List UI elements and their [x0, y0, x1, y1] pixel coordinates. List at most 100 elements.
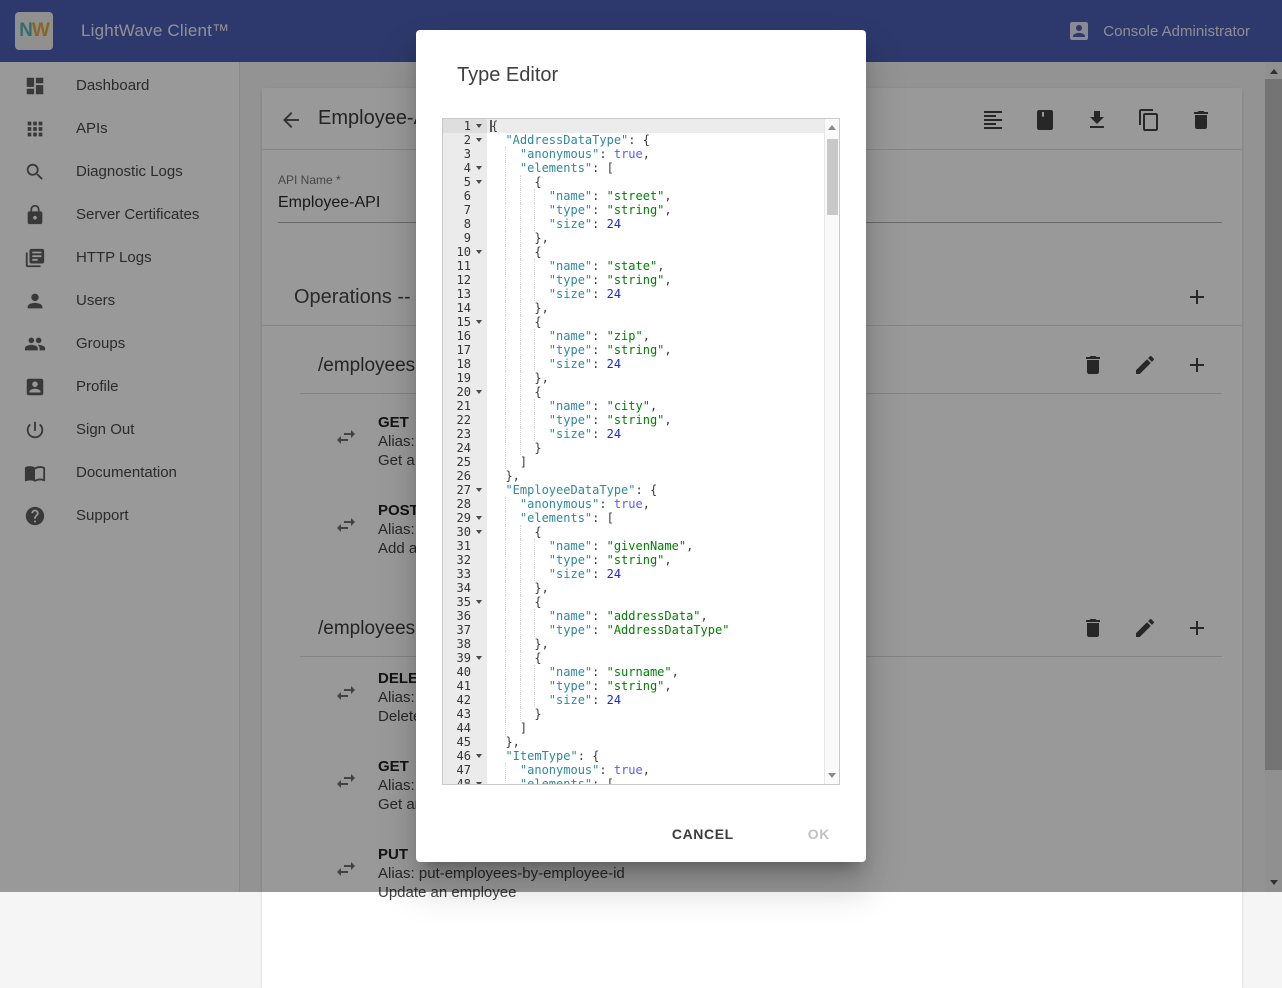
- indent-guide: [520, 301, 521, 315]
- line-number: 39: [443, 651, 471, 665]
- code-token: ,: [643, 147, 650, 161]
- indent-guide: [520, 175, 521, 189]
- code-line: "type": "string",: [487, 553, 824, 567]
- fold-arrow-icon[interactable]: [471, 180, 487, 184]
- code-line: ]: [487, 721, 824, 735]
- code-line: "elements": [: [487, 161, 824, 175]
- indent-guide: [520, 595, 521, 609]
- code-token: "type": [549, 343, 592, 357]
- code-token: "city": [607, 399, 650, 413]
- code-token: : [: [592, 777, 614, 784]
- gutter-row: 46: [443, 749, 487, 763]
- gutter-row: 7: [443, 203, 487, 217]
- indent-guide: [520, 231, 521, 245]
- cancel-button[interactable]: CANCEL: [664, 818, 742, 850]
- code-token: "name": [549, 189, 592, 203]
- line-number: 34: [443, 581, 471, 595]
- indent-guide: [520, 707, 521, 721]
- editor-scrollbar[interactable]: [824, 119, 839, 784]
- code-token: ]: [491, 455, 527, 469]
- indent-guide: [534, 287, 535, 301]
- indent-guide: [505, 231, 506, 245]
- editor-scroll-up-icon[interactable]: [828, 125, 836, 130]
- editor-gutter: 1234567891011121314151617181920212223242…: [443, 119, 487, 784]
- code-token: :: [592, 273, 606, 287]
- code-line: {: [487, 385, 824, 399]
- gutter-row: 33: [443, 567, 487, 581]
- code-token: : [: [592, 161, 614, 175]
- code-token: :: [592, 553, 606, 567]
- code-token: ,: [643, 763, 650, 777]
- code-line: "anonymous": true,: [487, 147, 824, 161]
- gutter-row: 4: [443, 161, 487, 175]
- code-token: ,: [664, 189, 671, 203]
- code-token: "street": [607, 189, 665, 203]
- editor-code-area[interactable]: { "AddressDataType": { "anonymous": true…: [487, 119, 824, 784]
- code-token: 24: [607, 427, 621, 441]
- indent-guide: [505, 693, 506, 707]
- fold-arrow-icon[interactable]: [471, 166, 487, 170]
- code-line: },: [487, 735, 824, 749]
- ok-button[interactable]: OK: [800, 818, 838, 850]
- fold-arrow-icon[interactable]: [471, 320, 487, 324]
- indent-guide: [505, 609, 506, 623]
- code-token: "size": [549, 217, 592, 231]
- code-token: : {: [578, 749, 600, 763]
- code-token: ,: [664, 273, 671, 287]
- fold-arrow-icon[interactable]: [471, 138, 487, 142]
- code-token: "type": [549, 273, 592, 287]
- fold-arrow-icon[interactable]: [471, 782, 487, 785]
- fold-arrow-icon[interactable]: [471, 754, 487, 758]
- line-number: 29: [443, 511, 471, 525]
- fold-arrow-icon[interactable]: [471, 516, 487, 520]
- line-number: 9: [443, 231, 471, 245]
- code-token: ,: [664, 203, 671, 217]
- code-token: "size": [549, 357, 592, 371]
- indent-guide: [520, 287, 521, 301]
- editor-scrollbar-thumb[interactable]: [827, 139, 838, 215]
- fold-arrow-icon[interactable]: [471, 250, 487, 254]
- fold-arrow-icon[interactable]: [471, 124, 487, 128]
- code-token: "zip": [607, 329, 643, 343]
- indent-guide: [520, 665, 521, 679]
- gutter-row: 23: [443, 427, 487, 441]
- fold-arrow-icon[interactable]: [471, 600, 487, 604]
- line-number: 40: [443, 665, 471, 679]
- indent-guide: [520, 693, 521, 707]
- indent-guide: [520, 273, 521, 287]
- code-token: :: [599, 497, 613, 511]
- code-token: :: [592, 539, 606, 553]
- fold-arrow-icon[interactable]: [471, 488, 487, 492]
- editor-scroll-down-icon[interactable]: [828, 773, 836, 778]
- indent-guide: [505, 343, 506, 357]
- line-number: 22: [443, 413, 471, 427]
- code-line: },: [487, 581, 824, 595]
- fold-arrow-icon[interactable]: [471, 656, 487, 660]
- code-token: "elements": [520, 161, 592, 175]
- indent-guide: [520, 315, 521, 329]
- indent-guide: [534, 357, 535, 371]
- fold-arrow-icon[interactable]: [471, 530, 487, 534]
- type-editor-dialog: Type Editor 1234567891011121314151617181…: [416, 30, 866, 862]
- json-code-editor[interactable]: 1234567891011121314151617181920212223242…: [442, 118, 840, 785]
- code-line: "size": 24: [487, 287, 824, 301]
- gutter-row: 27: [443, 483, 487, 497]
- indent-guide: [534, 203, 535, 217]
- code-token: ,: [643, 329, 650, 343]
- gutter-row: 41: [443, 679, 487, 693]
- code-token: :: [592, 427, 606, 441]
- code-token: "type": [549, 679, 592, 693]
- gutter-row: 16: [443, 329, 487, 343]
- line-number: 15: [443, 315, 471, 329]
- indent-guide: [505, 259, 506, 273]
- fold-arrow-icon[interactable]: [471, 390, 487, 394]
- gutter-row: 36: [443, 609, 487, 623]
- indent-guide: [520, 581, 521, 595]
- line-number: 14: [443, 301, 471, 315]
- line-number: 3: [443, 147, 471, 161]
- line-number: 8: [443, 217, 471, 231]
- indent-guide: [505, 455, 506, 469]
- indent-guide: [520, 567, 521, 581]
- code-token: [491, 749, 505, 763]
- gutter-row: 5: [443, 175, 487, 189]
